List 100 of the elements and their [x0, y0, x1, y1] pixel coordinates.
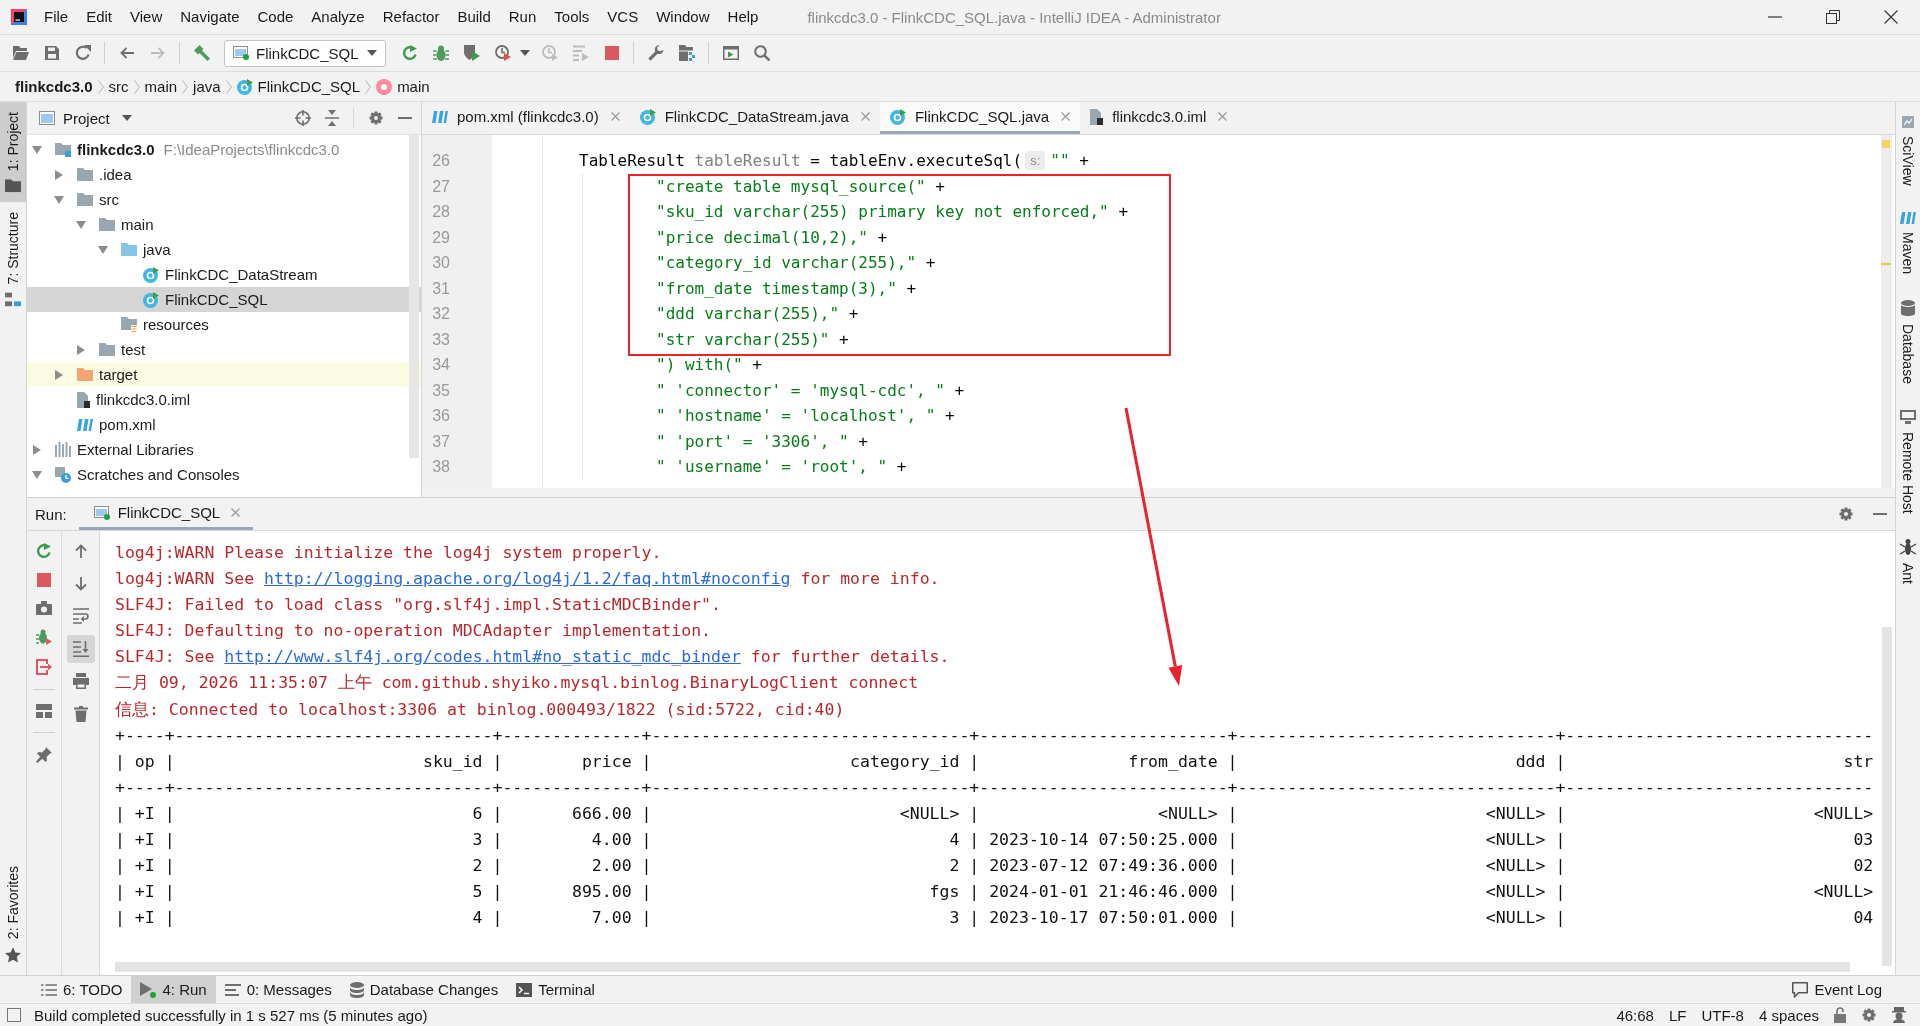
tree-item[interactable]: target [27, 362, 421, 387]
wrench-icon[interactable] [647, 45, 664, 61]
tree-item[interactable]: FlinkCDC_DataStream [27, 262, 421, 287]
circular-arrow-icon[interactable] [36, 543, 52, 559]
tool-window-button[interactable]: Ant [1900, 537, 1916, 587]
triangle-right-icon[interactable] [55, 169, 63, 180]
breadcrumb-item[interactable]: FlinkCDC_SQL [236, 78, 361, 95]
triangle-down-icon[interactable] [32, 470, 42, 479]
menu-item[interactable]: Tools [545, 0, 599, 34]
breadcrumb-item[interactable]: main [144, 78, 178, 95]
scroll-to-end-toggle[interactable] [66, 634, 95, 663]
triangle-right-icon[interactable] [33, 444, 41, 455]
window-play-icon[interactable] [722, 46, 739, 60]
gear-icon[interactable] [1838, 506, 1854, 522]
horizontal-scrollbar[interactable] [115, 962, 1850, 972]
tree-item[interactable]: Scratches and Consoles [27, 462, 421, 487]
bug-icon[interactable] [432, 45, 449, 61]
menu-item[interactable]: Help [718, 0, 768, 34]
bug-icon[interactable] [36, 629, 52, 645]
exit-icon[interactable] [36, 659, 52, 675]
breadcrumb-item[interactable]: main [376, 78, 430, 95]
indent-setting[interactable]: 4 spaces [1758, 1006, 1819, 1024]
breadcrumb-item[interactable]: src [108, 78, 129, 95]
menu-item[interactable]: Window [647, 0, 719, 34]
tree-item[interactable]: FlinkCDC_SQL [27, 287, 421, 312]
tool-window-button[interactable]: Terminal [507, 976, 604, 1003]
console-link[interactable]: http://logging.apache.org/log4j/1.2/faq.html#noconfig [264, 569, 791, 589]
open-folder-icon[interactable] [12, 46, 29, 60]
file-encoding[interactable]: UTF-8 [1701, 1006, 1744, 1024]
editor-tab[interactable]: FlinkCDC_DataStream.java [629, 102, 880, 134]
console-link[interactable]: http://www.slf4j.org/codes.html#no_static_mdc_binder [224, 647, 741, 667]
close-icon[interactable] [1884, 10, 1898, 24]
triangle-down-icon[interactable] [32, 145, 42, 154]
refresh-icon[interactable] [74, 45, 91, 61]
line-separator[interactable]: LF [1668, 1006, 1687, 1024]
tool-window-button[interactable]: Database Changes [340, 976, 508, 1003]
tool-window-button[interactable]: 7: Structure [0, 202, 26, 317]
breadcrumb-item[interactable]: java [193, 78, 221, 95]
triangle-down-icon[interactable] [98, 245, 108, 254]
tree-item[interactable]: flinkcdc3.0.iml [27, 387, 421, 412]
search-icon[interactable] [753, 45, 770, 61]
hammer-icon[interactable] [193, 45, 210, 61]
printer-icon[interactable] [72, 673, 89, 689]
tool-window-button[interactable]: Maven [1900, 209, 1916, 276]
tree-item[interactable]: java [27, 237, 421, 262]
tree-item[interactable]: External Libraries [27, 437, 421, 462]
restore-icon[interactable] [1826, 10, 1840, 24]
line-marker-icon[interactable] [1881, 263, 1891, 265]
menu-item[interactable]: Build [448, 0, 500, 34]
vertical-scrollbar[interactable] [1882, 627, 1892, 966]
folder-grid-icon[interactable] [678, 45, 695, 61]
pin-icon[interactable] [36, 747, 52, 763]
caret-icon[interactable] [520, 50, 530, 56]
tree-item[interactable]: flinkcdc3.0 F:\IdeaProjects\flinkcdc3.0 [27, 137, 421, 162]
layout-icon[interactable] [36, 704, 52, 718]
editor-tab[interactable]: flinkcdc3.0.iml [1080, 102, 1238, 134]
menu-item[interactable]: Refactor [373, 0, 449, 34]
menu-item[interactable]: VCS [598, 0, 648, 34]
editor-tab[interactable]: pom.xml (flinkcdc3.0) [422, 102, 630, 134]
tool-window-button[interactable]: 2: Favorites [0, 807, 26, 975]
menu-item[interactable]: View [121, 0, 172, 34]
menu-item[interactable]: Edit [77, 0, 122, 34]
editor-tab[interactable]: FlinkCDC_SQL.java [879, 102, 1081, 134]
person-hat-icon[interactable] [1892, 1007, 1906, 1023]
vertical-scrollbar[interactable] [1881, 135, 1892, 488]
gear-icon[interactable] [368, 110, 384, 126]
up-arrow-icon[interactable] [74, 544, 87, 558]
triangle-down-icon[interactable] [54, 195, 64, 204]
square-marker-icon[interactable] [1882, 140, 1890, 148]
tool-window-button[interactable]: SciView [1900, 114, 1916, 188]
tree-item[interactable]: .idea [27, 162, 421, 187]
tool-window-button[interactable]: 6: TODO [32, 976, 132, 1003]
menu-item[interactable]: Navigate [171, 0, 249, 34]
lock-icon[interactable] [1834, 1007, 1846, 1023]
tool-window-button[interactable]: 0: Messages [215, 976, 341, 1003]
menu-item[interactable]: Analyze [302, 0, 374, 34]
tree-item[interactable]: main [27, 212, 421, 237]
triangle-down-icon[interactable] [76, 220, 86, 229]
tree-item[interactable]: src [27, 187, 421, 212]
collapse-all-icon[interactable] [325, 110, 339, 126]
left-arrow-icon[interactable] [119, 47, 134, 59]
tree-item[interactable]: resources [27, 312, 421, 337]
menu-item[interactable]: Run [499, 0, 546, 34]
tool-window-button[interactable]: Database [1900, 297, 1916, 386]
shield-play-icon[interactable] [463, 45, 480, 61]
gear-icon[interactable] [1861, 1007, 1877, 1023]
tool-window-button[interactable]: 1: Project [0, 102, 26, 203]
tool-window-button[interactable]: Remote Host [1900, 407, 1916, 516]
triangle-right-icon[interactable] [55, 369, 63, 380]
view-dropdown[interactable]: Project [39, 109, 132, 127]
breadcrumb-item[interactable]: flinkcdc3.0 [15, 78, 93, 95]
triangle-right-icon[interactable] [77, 344, 85, 355]
menu-item[interactable]: File [35, 0, 78, 34]
menu-item[interactable]: Code [248, 0, 303, 34]
caret-position[interactable]: 46:68 [1616, 1006, 1654, 1024]
tree-item[interactable]: pom.xml [27, 412, 421, 437]
square-icon[interactable] [7, 1008, 21, 1022]
vertical-scrollbar[interactable] [409, 135, 419, 458]
camera-icon[interactable] [36, 601, 52, 615]
down-arrow-icon[interactable] [74, 576, 87, 591]
